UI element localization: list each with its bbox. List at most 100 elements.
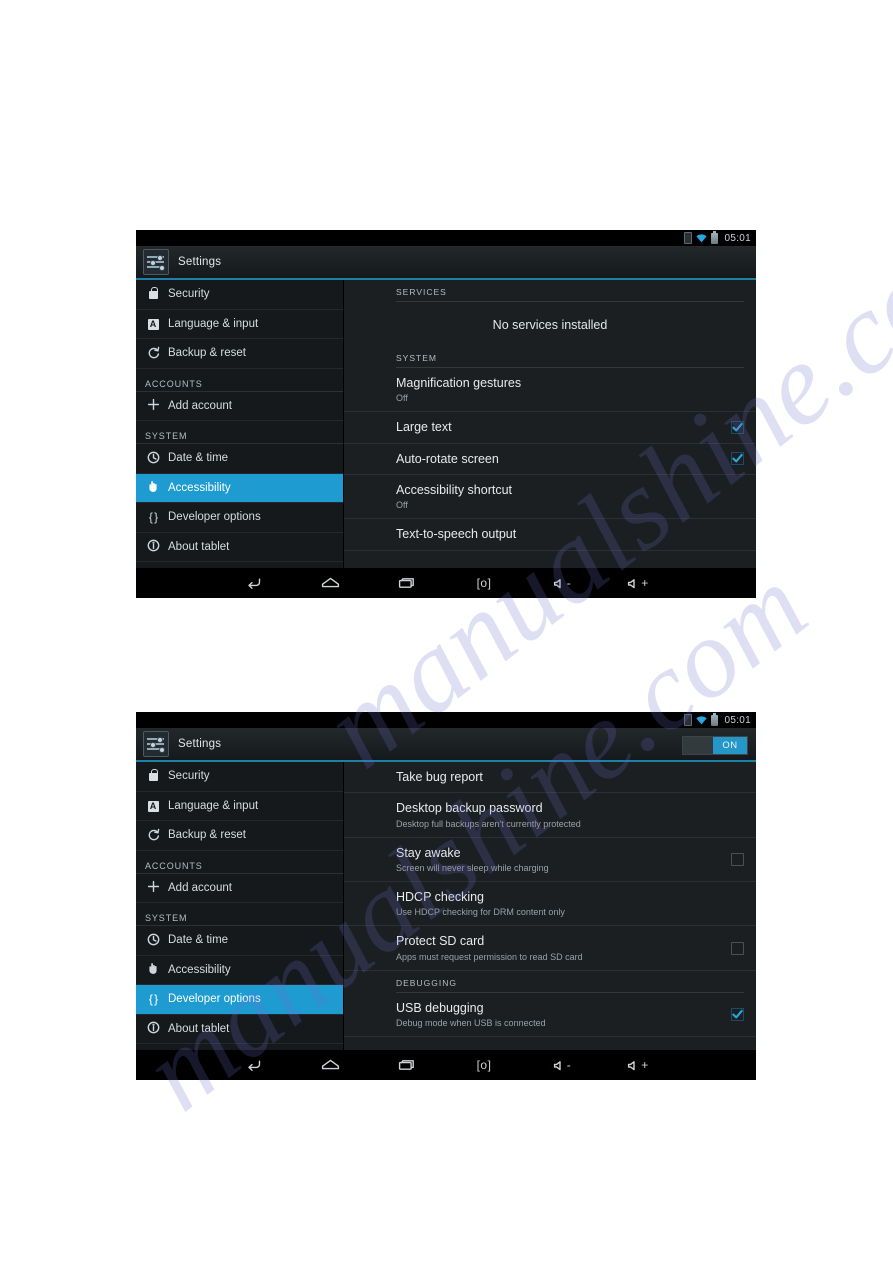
clock-icon	[145, 933, 161, 948]
hand-icon	[145, 962, 161, 977]
content-section-header: SYSTEM	[396, 346, 744, 368]
settings-content-panel[interactable]: SERVICES No services installed SYSTEM Magni…	[344, 280, 756, 568]
app-title: Settings	[178, 256, 222, 268]
screenshot-icon[interactable]: [o]	[467, 1054, 501, 1076]
sidebar-item-security[interactable]: Security	[136, 280, 343, 310]
app-title: Settings	[178, 738, 222, 750]
settings-sliders-icon[interactable]	[143, 731, 169, 757]
braces-icon: { }	[148, 992, 158, 1007]
empty-state-message: No services installed	[492, 318, 608, 332]
volume-up-icon[interactable]: +	[623, 572, 653, 594]
home-icon[interactable]	[315, 572, 345, 594]
navigation-bar[interactable]: [o] - +	[136, 1050, 756, 1080]
settings-sliders-icon[interactable]	[143, 249, 169, 275]
recents-icon[interactable]	[391, 572, 421, 594]
setting-row-desktop-backup-password[interactable]: Desktop backup password Desktop full back…	[344, 793, 756, 838]
lock-icon	[145, 768, 161, 783]
sidebar-item-backup-reset[interactable]: Backup & reset	[136, 339, 343, 369]
volume-down-icon[interactable]: -	[547, 1054, 577, 1076]
sidebar-item-date-time[interactable]: Date & time	[136, 926, 343, 956]
sidebar-item-add-account[interactable]: Add account	[136, 392, 343, 421]
setting-subtitle: Off	[396, 393, 408, 404]
checkbox-checked[interactable]	[731, 1008, 744, 1021]
sidebar-item-about-tablet[interactable]: About tablet	[136, 1015, 343, 1044]
sidebar-item-add-account[interactable]: Add account	[136, 874, 343, 903]
sim-icon	[684, 232, 693, 244]
sidebar-item-label: Accessibility	[168, 481, 231, 494]
sidebar-item-label: Backup & reset	[168, 829, 246, 842]
setting-row-auto-rotate-screen[interactable]: Auto-rotate screen	[344, 444, 756, 475]
screenshot-icon-label: [o]	[476, 1058, 492, 1072]
status-bar: 05:01	[136, 230, 756, 246]
screenshot-icon-label: [o]	[476, 576, 492, 590]
setting-title: Take bug report	[396, 770, 483, 784]
status-bar: 05:01	[136, 712, 756, 728]
home-icon[interactable]	[315, 1054, 345, 1076]
sidebar-item-accessibility[interactable]: Accessibility	[136, 473, 343, 503]
setting-title: Desktop backup password	[396, 801, 543, 816]
sidebar-item-label: Date & time	[168, 452, 229, 465]
tablet-screenshot-developer-options: 05:01 Settings ON Security A Language & input…	[136, 712, 756, 1080]
sidebar-item-label: Security	[168, 770, 210, 783]
setting-subtitle: Use HDCP checking for DRM content only	[396, 907, 565, 918]
sidebar-item-label: Developer options	[168, 993, 261, 1006]
sidebar-item-language-input[interactable]: A Language & input	[136, 792, 343, 821]
sidebar-item-label: About tablet	[168, 540, 230, 553]
setting-row-accessibility-shortcut[interactable]: Accessibility shortcut Off	[344, 475, 756, 520]
sidebar-item-label: Date & time	[168, 934, 229, 947]
volume-up-icon[interactable]: +	[623, 1054, 653, 1076]
sidebar-item-date-time[interactable]: Date & time	[136, 444, 343, 474]
setting-row-usb-debugging[interactable]: USB debugging Debug mode when USB is conn…	[344, 993, 756, 1038]
status-bar-clock: 05:01	[724, 232, 751, 244]
settings-sidebar[interactable]: Security A Language & input Backup & reset A…	[136, 280, 344, 568]
settings-sidebar[interactable]: Security A Language & input Backup & reset A…	[136, 762, 344, 1050]
sidebar-section-header: SYSTEM	[136, 903, 343, 926]
sidebar-item-label: Add account	[168, 399, 232, 412]
sidebar-item-about-tablet[interactable]: About tablet	[136, 533, 343, 562]
checkbox-checked[interactable]	[731, 452, 744, 466]
sidebar-item-language-input[interactable]: A Language & input	[136, 310, 343, 339]
checkbox-checked[interactable]	[731, 421, 744, 435]
navigation-bar[interactable]: [o] - +	[136, 568, 756, 598]
sidebar-item-label: Language & input	[168, 317, 259, 330]
setting-subtitle: Debug mode when USB is connected	[396, 1018, 546, 1029]
back-icon[interactable]	[239, 1054, 269, 1076]
backup-reset-icon	[145, 828, 161, 843]
setting-title: Large text	[396, 420, 452, 435]
checkbox-unchecked[interactable]	[731, 941, 744, 955]
battery-icon	[711, 712, 719, 726]
info-icon	[145, 1021, 161, 1036]
setting-row-stay-awake[interactable]: Stay awake Screen will never sleep while …	[344, 838, 756, 883]
setting-row-protect-sd-card[interactable]: Protect SD card Apps must request permiss…	[344, 926, 756, 971]
setting-title: Protect SD card	[396, 934, 485, 949]
setting-subtitle: Screen will never sleep while charging	[396, 862, 549, 873]
sidebar-item-developer-options[interactable]: { } Developer options	[136, 985, 343, 1015]
settings-content-panel[interactable]: Take bug report Desktop backup password De…	[344, 762, 756, 1050]
sidebar-item-backup-reset[interactable]: Backup & reset	[136, 821, 343, 851]
volume-down-icon-label: -	[566, 576, 572, 590]
setting-row-magnification-gestures[interactable]: Magnification gestures Off	[344, 368, 756, 413]
setting-row-large-text[interactable]: Large text	[344, 412, 756, 444]
sidebar-item-developer-options[interactable]: { } Developer options	[136, 503, 343, 533]
sidebar-item-accessibility[interactable]: Accessibility	[136, 956, 343, 985]
checkbox-unchecked[interactable]	[731, 852, 744, 866]
wifi-icon	[696, 233, 708, 243]
setting-title: HDCP checking	[396, 890, 485, 905]
sidebar-item-label: Add account	[168, 881, 232, 894]
clock-icon	[145, 451, 161, 466]
sidebar-filler	[136, 562, 343, 568]
screenshot-icon[interactable]: [o]	[467, 572, 501, 594]
back-icon[interactable]	[239, 572, 269, 594]
status-bar-clock: 05:01	[724, 714, 751, 726]
setting-row-take-bug-report[interactable]: Take bug report	[344, 762, 756, 794]
hand-icon	[145, 480, 161, 495]
sidebar-item-label: Accessibility	[168, 963, 231, 976]
screen-body: Security A Language & input Backup & reset A…	[136, 762, 756, 1050]
recents-icon[interactable]	[391, 1054, 421, 1076]
setting-row-hdcp-checking[interactable]: HDCP checking Use HDCP checking for DRM c…	[344, 882, 756, 927]
developer-options-toggle[interactable]: ON	[682, 736, 748, 755]
plus-icon	[145, 398, 161, 413]
volume-down-icon[interactable]: -	[547, 572, 577, 594]
sidebar-item-security[interactable]: Security	[136, 762, 343, 792]
setting-row-text-to-speech-output[interactable]: Text-to-speech output	[344, 519, 756, 551]
